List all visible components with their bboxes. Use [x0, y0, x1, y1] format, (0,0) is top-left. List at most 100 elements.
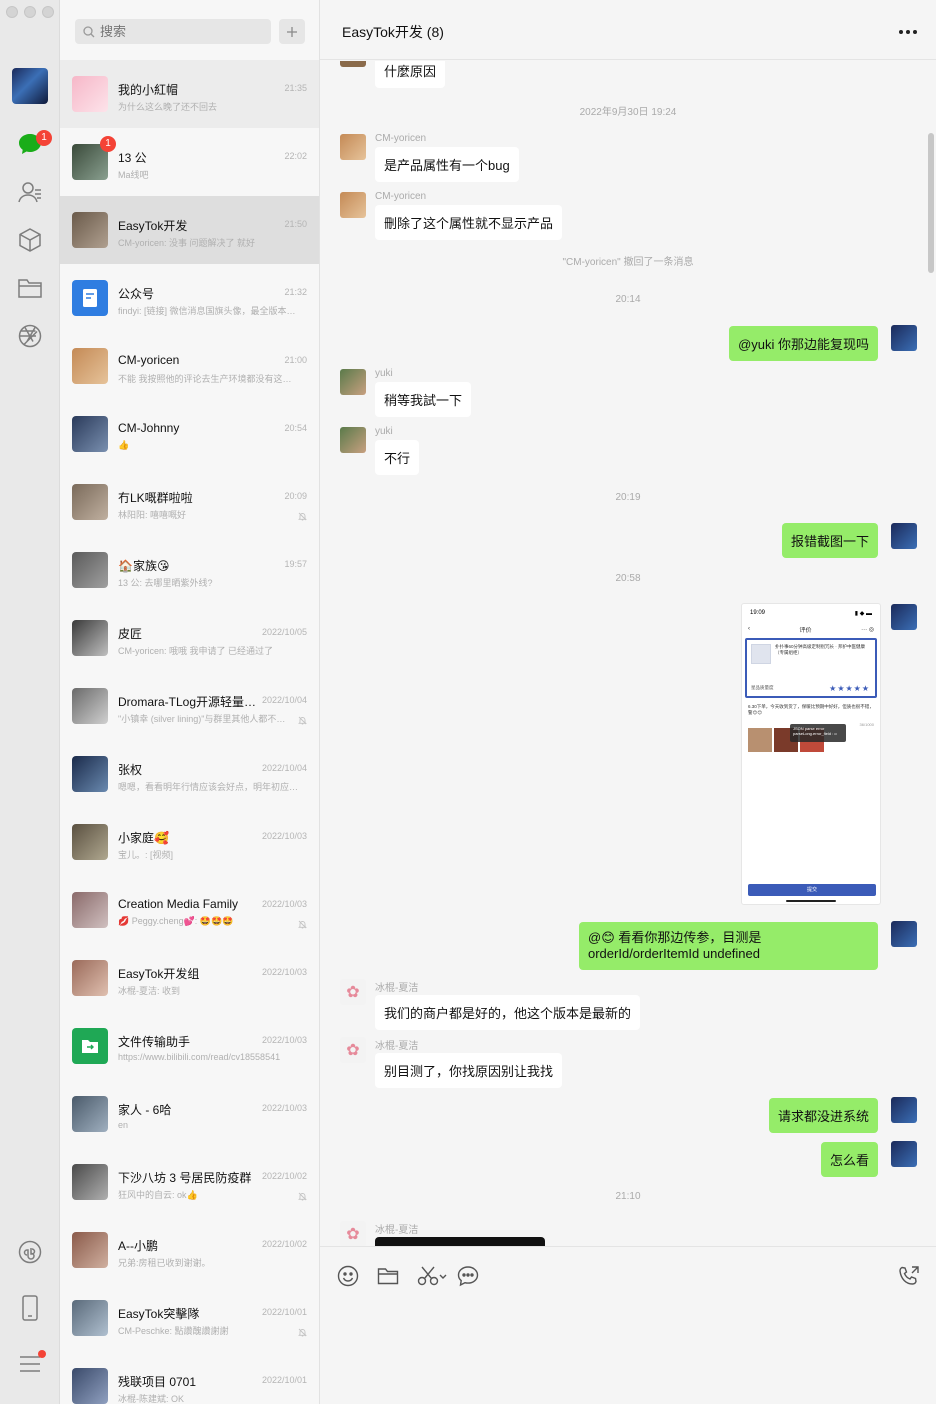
conversation-avatar: [72, 76, 108, 112]
conversation-name: 🏠家族😘: [118, 559, 170, 573]
message-bubble[interactable]: 是产品属性有一个bug: [375, 147, 519, 182]
timestamp: 2022年9月30日 19:24: [579, 107, 677, 118]
image-message[interactable]: 19:09 ▮ ◆ ▬ ‹ 评价 ··· ◎ 扑扑事60分钟高级定制别冗长 · …: [741, 603, 881, 905]
conversation-item[interactable]: 下沙八坊 3 号居民防疫群 2022/10/02 狂风中的自云: ok👍: [60, 1148, 319, 1216]
screenshot-title: 评价: [799, 627, 812, 634]
message-area[interactable]: 什麼原因 2022年9月30日 19:24 CM-yoricen 是产品属性有一…: [320, 61, 936, 1246]
conversation-item[interactable]: EasyTok突擊隊 2022/10/01 CM-Peschke: 點讚醜讚謝謝: [60, 1284, 319, 1352]
screenshot-button[interactable]: [417, 1265, 449, 1287]
moments-shutter-icon[interactable]: [16, 322, 44, 350]
chat-header: EasyTok开发 (8): [320, 0, 936, 60]
timestamp: 21:10: [615, 1191, 641, 1202]
conversation-name: 冇LK嘅群啦啦: [118, 491, 193, 505]
my-avatar-small[interactable]: [891, 921, 917, 947]
conversation-preview: 为什么这么晚了还不回去: [118, 102, 218, 112]
my-avatar-small[interactable]: [891, 523, 917, 549]
avatar-cm-yoricen[interactable]: [340, 134, 366, 160]
avatar-yuki[interactable]: [340, 369, 366, 395]
conversation-item[interactable]: 🏠家族😘 19:57 13 公: 去哪里晒紫外线?: [60, 536, 319, 604]
conversation-preview: 嗯嗯，看看明年行情应该会好点，明年初应…: [118, 782, 299, 792]
conversation-item[interactable]: CM-yoricen 21:00 不能 我按照他的评论去生产环境都没有这…: [60, 332, 319, 400]
conversation-preview: CM-yoricen: 没事 问题解决了 就好: [118, 238, 256, 248]
message-bubble-outgoing[interactable]: 报错截图一下: [781, 523, 878, 558]
chat-title: EasyTok开发 (8): [342, 24, 444, 40]
conversation-item[interactable]: 家人 - 6哈 2022/10/03 en: [60, 1080, 319, 1148]
message-bubble[interactable]: 什麼原因: [375, 61, 446, 88]
conversation-name: CM-yoricen: [118, 353, 180, 367]
conversation-avatar: [72, 1368, 108, 1404]
voice-call-button[interactable]: [898, 1265, 920, 1287]
timestamp: 20:14: [615, 294, 641, 305]
conversation-name: 残联项目 0701: [118, 1375, 197, 1389]
my-avatar-small[interactable]: [891, 604, 917, 630]
conversation-item[interactable]: 小家庭🥰 2022/10/03 宝儿。: [视频]: [60, 808, 319, 876]
conversation-item[interactable]: 公众号 21:32 findyi: [链接] 微信消息国旗头像，最全版本…: [60, 264, 319, 332]
conversation-preview: 冰棍-夏洁: 收到: [118, 986, 180, 996]
message-bubble-outgoing[interactable]: 请求都没进系统: [768, 1098, 878, 1133]
phone-device-icon[interactable]: [16, 1294, 44, 1322]
conversation-item[interactable]: 我的小紅帽 21:35 为什么这么晚了还不回去: [60, 60, 319, 128]
conversation-item[interactable]: CM-Johnny 20:54 👍: [60, 400, 319, 468]
favorites-icon[interactable]: [16, 226, 44, 254]
avatar[interactable]: [340, 61, 366, 67]
phone-call-icon: [899, 1266, 919, 1285]
conversation-item[interactable]: A--小鹏 2022/10/02 兄弟:房租已收到谢谢。: [60, 1216, 319, 1284]
minimize-window-button[interactable]: [24, 6, 36, 18]
conversation-item[interactable]: 文件传输助手 2022/10/03 https://www.bilibili.com…: [60, 1012, 319, 1080]
message-bubble-outgoing[interactable]: 怎么看: [820, 1142, 878, 1177]
message-bubble[interactable]: 我们的商户都是好的，他这个版本是最新的: [375, 995, 641, 1030]
unread-badge: 1: [100, 136, 116, 152]
chat-history-button[interactable]: [457, 1265, 479, 1287]
add-button[interactable]: [279, 19, 305, 44]
zoom-window-button[interactable]: [42, 6, 54, 18]
scrollbar[interactable]: [928, 133, 934, 273]
files-folder-icon[interactable]: [16, 274, 44, 302]
more-options-button[interactable]: [898, 22, 918, 40]
send-file-button[interactable]: [377, 1265, 399, 1287]
conversation-item[interactable]: 张权 2022/10/04 嗯嗯，看看明年行情应该会好点，明年初应…: [60, 740, 319, 808]
conversation-item[interactable]: Dromara-TLog开源轻量… 2022/10/04 "小镇幸 (silver …: [60, 672, 319, 740]
conversation-time: 21:50: [284, 219, 307, 229]
avatar-yuki[interactable]: [340, 427, 366, 453]
sender-name: CM-yoricen: [375, 133, 427, 144]
composer: [320, 1246, 936, 1404]
mini-programs-icon[interactable]: [16, 1238, 44, 1266]
search-box[interactable]: [75, 19, 271, 44]
conversation-name: CM-Johnny: [118, 421, 180, 435]
timestamp: 20:19: [615, 492, 641, 503]
message-bubble-outgoing[interactable]: @yuki 你那边能复现吗: [729, 326, 878, 361]
avatar-bingun-xiajie[interactable]: ✿: [340, 979, 366, 1005]
close-window-button[interactable]: [6, 6, 18, 18]
plus-icon: [287, 26, 297, 37]
conversation-item[interactable]: 皮匠 2022/10/05 CM-yoricen: 哦哦 我申请了 已经通过了: [60, 604, 319, 672]
message-bubble[interactable]: 刪除了这个属性就不显示产品: [375, 205, 563, 240]
avatar-bingun-xiajie[interactable]: ✿: [340, 1037, 366, 1063]
conversation-item[interactable]: EasyTok开发 21:50 CM-yoricen: 没事 问题解决了 就好: [60, 196, 319, 264]
image-message-partial[interactable]: [375, 1237, 545, 1246]
conversation-item[interactable]: 残联项目 0701 2022/10/01 冰棍-陈建斌: OK: [60, 1352, 319, 1404]
my-avatar-small[interactable]: [891, 1097, 917, 1123]
avatar-cm-yoricen[interactable]: [340, 192, 366, 218]
message-bubble[interactable]: 别目测了，你找原因别让我找: [375, 1053, 563, 1088]
contacts-icon[interactable]: [16, 178, 44, 206]
chat-unread-badge: 1: [36, 130, 52, 146]
my-avatar-small[interactable]: [891, 1141, 917, 1167]
conversation-item[interactable]: Creation Media Family 2022/10/03 💋 Peggy.c…: [60, 876, 319, 944]
message-bubble[interactable]: 稍等我試一下: [375, 382, 472, 417]
avatar-bingun-xiajie[interactable]: ✿: [340, 1221, 366, 1246]
message-bubble-outgoing[interactable]: @😊 看看你那边传参，目测是 orderId/orderItemId undef…: [579, 922, 878, 970]
conversation-item[interactable]: 冇LK嘅群啦啦 20:09 林阳阳: 嘻嘻嘅好: [60, 468, 319, 536]
my-avatar[interactable]: [12, 68, 48, 104]
sender-name: yuki: [375, 426, 393, 437]
search-input[interactable]: [100, 24, 260, 39]
file-transfer-icon: [82, 1040, 98, 1053]
product-name: 扑扑事60分钟高级定制别冗长 · 邦护中医健康（专属组柜）: [775, 644, 866, 655]
conversation-avatar: [72, 756, 108, 792]
emoji-button[interactable]: [337, 1265, 359, 1287]
conversation-preview: CM-yoricen: 哦哦 我申请了 已经通过了: [118, 646, 274, 656]
conversation-item[interactable]: 1 13 公 22:02 Ma线吧: [60, 128, 319, 196]
my-avatar-small[interactable]: [891, 325, 917, 351]
conversation-name: 下沙八坊 3 号居民防疫群: [118, 1171, 252, 1185]
message-bubble[interactable]: 不行: [375, 440, 420, 475]
conversation-item[interactable]: EasyTok开发组 2022/10/03 冰棍-夏洁: 收到: [60, 944, 319, 1012]
